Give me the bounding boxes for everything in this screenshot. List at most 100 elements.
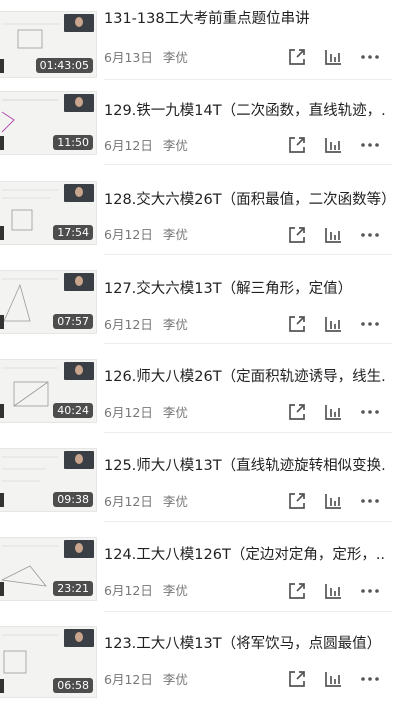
lecturer-avatar — [64, 184, 94, 202]
stats-icon[interactable] — [322, 401, 344, 423]
share-icon[interactable] — [286, 313, 308, 335]
more-icon[interactable] — [359, 224, 381, 246]
more-icon[interactable] — [359, 46, 381, 68]
lecturer-avatar — [64, 629, 94, 647]
share-icon[interactable] — [286, 224, 308, 246]
video-list: 01:43:05 131-138工大考前重点题位串讲 6月13日 李优 11:5… — [0, 0, 412, 705]
share-icon[interactable] — [286, 668, 308, 690]
duration-badge: 09:38 — [53, 492, 93, 507]
video-date: 6月12日 — [104, 583, 153, 598]
video-thumbnail[interactable]: 09:38 — [0, 448, 97, 512]
divider — [104, 254, 392, 255]
duration-badge: 01:43:05 — [35, 58, 93, 73]
more-icon[interactable] — [359, 580, 381, 602]
list-item[interactable]: 07:57 127.交大六模13T（解三角形，定值） 6月12日 李优 — [0, 266, 412, 355]
video-thumbnail[interactable]: 11:50 — [0, 91, 97, 155]
video-title[interactable]: 127.交大六模13T（解三角形，定值） — [104, 279, 386, 299]
video-date: 6月13日 — [104, 50, 153, 65]
stats-icon[interactable] — [322, 134, 344, 156]
video-meta: 6月12日 李优 — [104, 494, 188, 510]
progress-marker — [0, 679, 4, 693]
video-author: 李优 — [162, 317, 188, 332]
share-icon[interactable] — [286, 46, 308, 68]
video-author: 李优 — [162, 138, 188, 153]
duration-badge: 17:54 — [53, 225, 93, 240]
share-icon[interactable] — [286, 401, 308, 423]
progress-marker — [0, 493, 4, 507]
video-thumbnail[interactable]: 17:54 — [0, 181, 97, 245]
video-title[interactable]: 124.工大八模126T（定边对定角，定形，... — [104, 545, 386, 565]
video-author: 李优 — [162, 583, 188, 598]
video-author: 李优 — [162, 494, 188, 509]
video-title[interactable]: 131-138工大考前重点题位串讲 — [104, 9, 386, 29]
video-meta: 6月12日 李优 — [104, 672, 188, 688]
lecturer-avatar — [64, 94, 94, 112]
video-date: 6月12日 — [104, 317, 153, 332]
list-item[interactable]: 40:24 126.师大八模26T（定面积轨迹诱导，线生... 6月12日 李优 — [0, 355, 412, 444]
divider — [104, 521, 392, 522]
stats-icon[interactable] — [322, 46, 344, 68]
lecturer-avatar — [64, 362, 94, 380]
lecturer-avatar — [64, 14, 94, 32]
progress-marker — [0, 136, 4, 150]
stats-icon[interactable] — [322, 580, 344, 602]
share-icon[interactable] — [286, 134, 308, 156]
share-icon[interactable] — [286, 580, 308, 602]
video-title[interactable]: 129.铁一九模14T（二次函数，直线轨迹，... — [104, 101, 386, 121]
video-title[interactable]: 126.师大八模26T（定面积轨迹诱导，线生... — [104, 367, 386, 387]
video-title[interactable]: 128.交大六模26T（面积最值，二次函数等） — [104, 190, 386, 210]
video-meta: 6月12日 李优 — [104, 583, 188, 599]
duration-badge: 40:24 — [53, 403, 93, 418]
more-icon[interactable] — [359, 134, 381, 156]
divider — [104, 611, 392, 612]
progress-marker — [0, 315, 4, 329]
divider — [104, 343, 392, 344]
more-icon[interactable] — [359, 401, 381, 423]
progress-marker — [0, 404, 4, 418]
video-author: 李优 — [162, 227, 188, 242]
video-meta: 6月12日 李优 — [104, 138, 188, 154]
stats-icon[interactable] — [322, 668, 344, 690]
stats-icon[interactable] — [322, 490, 344, 512]
video-thumbnail[interactable]: 01:43:05 — [0, 11, 97, 78]
list-item[interactable]: 06:58 123.工大八模13T（将军饮马，点圆最值） 6月12日 李优 — [0, 622, 412, 705]
list-item[interactable]: 11:50 129.铁一九模14T（二次函数，直线轨迹，... 6月12日 李优 — [0, 87, 412, 176]
more-icon[interactable] — [359, 668, 381, 690]
list-item[interactable]: 17:54 128.交大六模26T（面积最值，二次函数等） 6月12日 李优 — [0, 177, 412, 266]
duration-badge: 23:21 — [53, 581, 93, 596]
video-date: 6月12日 — [104, 672, 153, 687]
video-thumbnail[interactable]: 23:21 — [0, 537, 97, 601]
video-thumbnail[interactable]: 07:57 — [0, 270, 97, 334]
video-thumbnail[interactable]: 06:58 — [0, 626, 97, 698]
video-author: 李优 — [162, 672, 188, 687]
stats-icon[interactable] — [322, 313, 344, 335]
divider — [104, 79, 392, 80]
lecturer-avatar — [64, 273, 94, 291]
video-date: 6月12日 — [104, 494, 153, 509]
video-meta: 6月12日 李优 — [104, 405, 188, 421]
duration-badge: 11:50 — [53, 135, 93, 150]
progress-marker — [0, 226, 4, 240]
more-icon[interactable] — [359, 490, 381, 512]
lecturer-avatar — [64, 451, 94, 469]
more-icon[interactable] — [359, 313, 381, 335]
progress-marker — [0, 59, 4, 73]
video-date: 6月12日 — [104, 227, 153, 242]
video-thumbnail[interactable]: 40:24 — [0, 359, 97, 423]
divider — [104, 164, 392, 165]
list-item[interactable]: 01:43:05 131-138工大考前重点题位串讲 6月13日 李优 — [0, 0, 412, 87]
video-title[interactable]: 125.师大八模13T（直线轨迹旋转相似变换... — [104, 456, 386, 476]
video-meta: 6月13日 李优 — [104, 50, 188, 66]
video-author: 李优 — [162, 50, 188, 65]
share-icon[interactable] — [286, 490, 308, 512]
video-date: 6月12日 — [104, 405, 153, 420]
list-item[interactable]: 09:38 125.师大八模13T（直线轨迹旋转相似变换... 6月12日 李优 — [0, 444, 412, 533]
duration-badge: 07:57 — [53, 314, 93, 329]
stats-icon[interactable] — [322, 224, 344, 246]
video-meta: 6月12日 李优 — [104, 317, 188, 333]
video-meta: 6月12日 李优 — [104, 227, 188, 243]
video-author: 李优 — [162, 405, 188, 420]
video-date: 6月12日 — [104, 138, 153, 153]
list-item[interactable]: 23:21 124.工大八模126T（定边对定角，定形，... 6月12日 李优 — [0, 533, 412, 622]
video-title[interactable]: 123.工大八模13T（将军饮马，点圆最值） — [104, 634, 386, 654]
